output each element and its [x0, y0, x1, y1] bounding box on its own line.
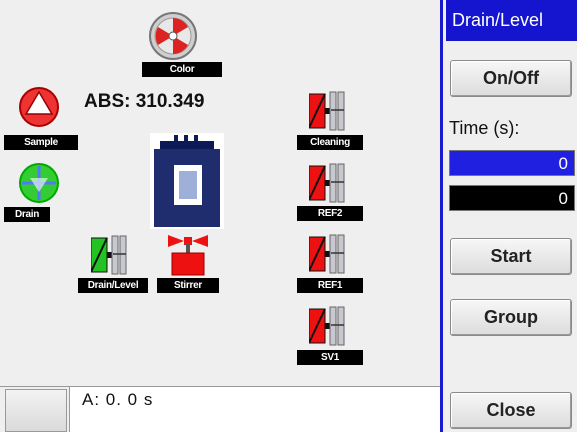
abs-reading: ABS: 310.349 [84, 91, 205, 112]
cleaning-label: Cleaning [297, 135, 363, 150]
ref2-label: REF2 [297, 206, 363, 221]
ref1-valve-icon[interactable] [309, 231, 349, 277]
color-label: Color [142, 62, 222, 77]
panel-title: Drain/Level [446, 0, 577, 41]
on-off-button[interactable]: On/Off [450, 60, 572, 97]
sample-pump-icon[interactable] [18, 86, 60, 128]
photometer-device[interactable] [150, 133, 224, 229]
drain-level-label: Drain/Level [78, 278, 148, 293]
cleaning-valve-icon[interactable] [309, 88, 349, 134]
process-diagram: Color ABS: 310.349 Sample Drain Drain/Le… [0, 0, 440, 386]
close-button[interactable]: Close [450, 392, 572, 429]
sv1-label: SV1 [297, 350, 363, 365]
status-text: A: 0. 0 s [69, 387, 440, 432]
sv1-valve-icon[interactable] [309, 303, 349, 349]
ref2-valve-icon[interactable] [309, 160, 349, 206]
sample-label: Sample [4, 135, 78, 150]
status-corner-button[interactable] [5, 389, 67, 432]
drain-level-valve-icon[interactable] [91, 232, 131, 278]
ref1-label: REF1 [297, 278, 363, 293]
time-label: Time (s): [449, 118, 520, 138]
time-input[interactable]: 0 [449, 150, 575, 176]
group-button[interactable]: Group [450, 299, 572, 336]
start-button[interactable]: Start [450, 238, 572, 275]
photometer-icon [150, 133, 224, 229]
drain-label: Drain [4, 207, 50, 222]
color-wheel-icon[interactable] [148, 11, 198, 61]
side-panel: Drain/Level On/Off Time (s): 0 0 Start G… [440, 0, 577, 432]
time-remaining-field: 0 [449, 185, 575, 211]
drain-pump-icon[interactable] [18, 162, 60, 204]
stirrer-icon[interactable] [164, 229, 212, 277]
stirrer-label: Stirrer [157, 278, 219, 293]
